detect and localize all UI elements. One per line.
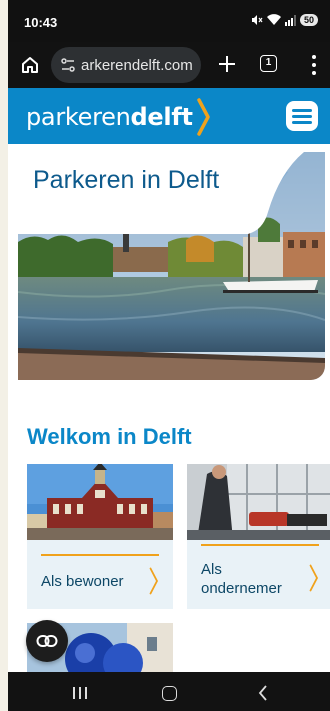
plus-icon bbox=[219, 56, 235, 72]
card-label: Als bewoner bbox=[41, 573, 124, 590]
tune-icon[interactable] bbox=[61, 58, 75, 72]
status-time: 10:43 bbox=[24, 15, 58, 30]
logo-chevron-icon bbox=[196, 98, 210, 136]
card-divider bbox=[41, 554, 159, 556]
welcome-heading: Welkom in Delft bbox=[27, 424, 192, 449]
address-bar[interactable]: arkerendelft.com bbox=[51, 47, 201, 83]
status-bar: 10:43 50 bbox=[8, 0, 330, 42]
card-label-line: Als bbox=[201, 561, 222, 578]
site-logo[interactable]: parkeren delft bbox=[26, 97, 211, 137]
link-icon bbox=[36, 635, 58, 647]
android-home-icon[interactable] bbox=[162, 686, 177, 701]
phone-screen: 10:43 50 arkerendelft.com 1 parkeren delf… bbox=[8, 0, 330, 711]
van-worker-photo bbox=[187, 464, 330, 540]
menu-icon[interactable] bbox=[286, 101, 318, 131]
hero: Parkeren in Delft bbox=[18, 152, 325, 380]
card-label: Als ondernemer bbox=[201, 560, 282, 598]
android-nav-bar bbox=[8, 672, 330, 711]
recent-apps-icon[interactable] bbox=[73, 687, 87, 699]
tab-switcher-button[interactable]: 1 bbox=[260, 55, 277, 72]
wifi-icon bbox=[266, 14, 281, 25]
card-entrepreneur[interactable]: Als ondernemer bbox=[187, 464, 330, 609]
browser-toolbar: arkerendelft.com 1 bbox=[8, 42, 330, 88]
url-text[interactable]: arkerendelft.com bbox=[81, 57, 193, 74]
more-vert-icon[interactable] bbox=[308, 53, 320, 77]
battery-indicator: 50 bbox=[299, 14, 318, 26]
card-resident[interactable]: Als bewoner bbox=[27, 464, 173, 609]
mute-icon bbox=[251, 15, 263, 25]
link-fab-button[interactable] bbox=[26, 620, 68, 662]
browser-home-button[interactable] bbox=[18, 53, 42, 77]
card-divider bbox=[201, 544, 319, 546]
status-icons: 50 bbox=[251, 14, 318, 26]
new-tab-button[interactable] bbox=[214, 51, 240, 77]
chevron-right-icon bbox=[149, 567, 159, 595]
chevron-right-icon bbox=[309, 564, 319, 592]
logo-text-thin: parkeren bbox=[26, 103, 131, 131]
home-icon bbox=[22, 57, 38, 73]
back-icon[interactable] bbox=[258, 685, 268, 701]
signal-icon bbox=[284, 14, 296, 26]
logo-text-bold: delft bbox=[130, 103, 193, 131]
card-label-line: ondernemer bbox=[201, 580, 282, 597]
site-header: parkeren delft bbox=[8, 88, 330, 144]
city-hall-photo bbox=[27, 464, 173, 540]
page-title: Parkeren in Delft bbox=[33, 166, 220, 194]
